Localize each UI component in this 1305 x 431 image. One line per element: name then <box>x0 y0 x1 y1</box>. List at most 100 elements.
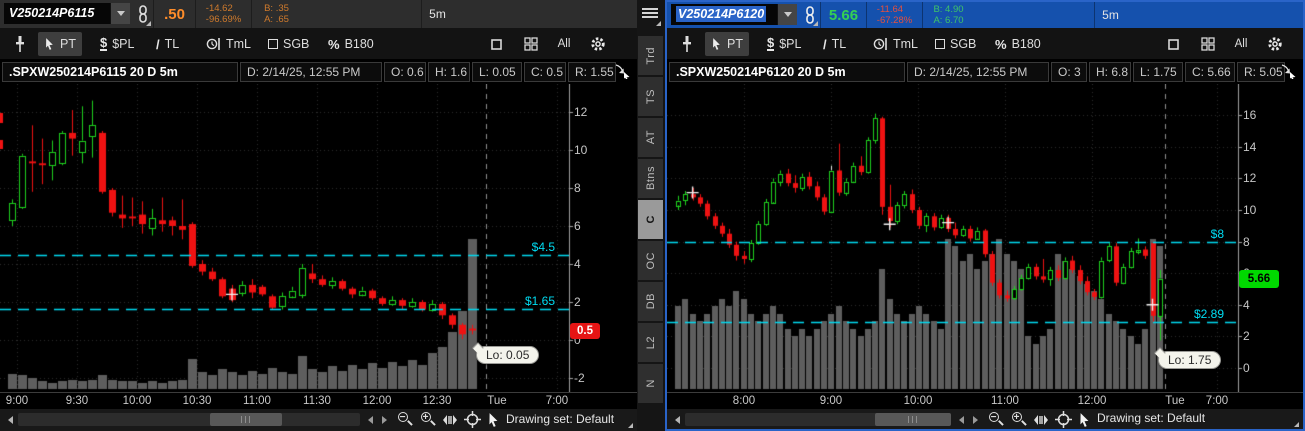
crosshair-target-icon[interactable] <box>462 410 482 429</box>
chart-menu-icon[interactable] <box>641 6 661 26</box>
price-level-label[interactable]: $1.65 <box>525 294 555 308</box>
tool-b180-button[interactable]: % B180 <box>322 32 380 56</box>
tool-tml-button[interactable]: TmL <box>867 32 924 56</box>
tool-tl-button[interactable]: / TL <box>817 32 852 56</box>
zoom-in-icon[interactable]: + <box>1008 410 1028 429</box>
crosshair-target-icon[interactable] <box>1053 410 1073 429</box>
show-all-button[interactable]: All <box>548 32 580 56</box>
link-chain-icon[interactable] <box>133 0 153 28</box>
scroll-left-arrow[interactable] <box>0 410 20 429</box>
step-left-arrow[interactable] <box>955 410 967 429</box>
chart-scrollbar[interactable] <box>685 413 951 426</box>
tool-pl-button[interactable]: $ $PL <box>761 32 807 56</box>
scroll-left-arrow[interactable] <box>667 410 687 429</box>
tool-sgb-button[interactable]: SGB <box>929 32 982 56</box>
tool-b180-label: B180 <box>344 37 374 51</box>
symbol-dropdown-button[interactable] <box>110 3 130 24</box>
scrollbar-thumb[interactable] <box>210 413 282 426</box>
maximize-cell-icon[interactable] <box>1159 32 1187 56</box>
sidebar-tab-label: C <box>644 215 657 224</box>
sidebar-tab-oc[interactable]: OC <box>638 241 663 280</box>
price-level-label[interactable]: $2.89 <box>1194 307 1224 321</box>
maximize-cell-icon[interactable] <box>482 32 510 56</box>
tool-sgb-button[interactable]: SGB <box>262 32 315 56</box>
time-axis-label: Tue <box>487 395 507 407</box>
symbol-value[interactable]: V250214P6120 <box>671 4 777 25</box>
link-chain-icon[interactable] <box>800 2 820 28</box>
drawing-set-selector[interactable]: Drawing set: Default <box>1097 411 1205 425</box>
tool-b180-button[interactable]: % B180 <box>989 32 1047 56</box>
scrollbar-thumb[interactable] <box>875 413 951 426</box>
zoom-out-icon[interactable]: − <box>394 410 414 429</box>
status-high: H: 6.8 <box>1089 62 1131 82</box>
pointer-mode-icon[interactable] <box>483 410 503 429</box>
step-right-arrow[interactable] <box>378 410 390 429</box>
price-chart-left[interactable]: 12 10 8 6 4 2 0 -2 $4.5 $1.65 0.5 Lo: 0.05 <box>0 84 637 392</box>
sidebar-tab-db[interactable]: DB <box>638 282 663 321</box>
sidebar-tab-at[interactable]: AT <box>638 118 663 157</box>
pin-icon[interactable] <box>675 30 699 58</box>
low-price-tooltip: Lo: 0.05 <box>476 346 540 364</box>
time-axis-right[interactable]: 8:00 9:00 10:00 11:00 12:00 Tue 7:00 <box>667 392 1303 409</box>
grid-layout-icon[interactable] <box>516 32 546 56</box>
drawing-set-dropdown-tri[interactable] <box>628 423 633 428</box>
y-axis-tick-label: 4 <box>574 257 581 271</box>
time-axis-label: 9:30 <box>65 395 89 407</box>
sidebar-tab-c[interactable]: C <box>638 200 663 239</box>
toolbar-gear-icon[interactable] <box>1259 32 1291 56</box>
chart-scrollbar[interactable] <box>18 413 360 426</box>
drawing-set-dropdown-tri[interactable] <box>1294 422 1299 427</box>
bid-value: B: .35 <box>264 3 289 14</box>
status-low: L: 1.75 <box>1133 62 1183 82</box>
pointer-mode-icon[interactable] <box>1074 410 1094 429</box>
drawing-set-selector[interactable]: Drawing set: Default <box>506 412 614 426</box>
change-block: -14.62 -96.69% <box>195 0 251 28</box>
auto-scale-icon[interactable] <box>440 410 460 429</box>
symbol-dropdown-button[interactable] <box>777 4 797 25</box>
change-value: -14.62 <box>205 3 233 14</box>
y-axis-tick-label: 16 <box>1243 108 1257 123</box>
price-level-label[interactable]: $8 <box>1211 227 1224 241</box>
sidebar-tab-n[interactable]: N <box>638 364 663 403</box>
zoom-in-icon[interactable]: + <box>417 410 437 429</box>
y-axis-tick-label: 10 <box>1243 203 1257 217</box>
price-level-label[interactable]: $4.5 <box>532 240 555 254</box>
candlestick-canvas-right[interactable] <box>667 84 1303 392</box>
tool-pt-button[interactable]: PT <box>705 32 749 56</box>
step-left-arrow[interactable] <box>364 410 376 429</box>
tool-tl-button[interactable]: / TL <box>150 32 185 56</box>
zoom-out-icon[interactable]: − <box>985 410 1005 429</box>
time-axis-left[interactable]: 9:00 9:30 10:00 10:30 11:00 11:30 12:00 12:30 Tu… <box>0 392 637 409</box>
status-close: C: 5.66 <box>1185 62 1235 82</box>
grid-layout-icon[interactable] <box>1193 32 1223 56</box>
timeframe-label[interactable]: 5m <box>1094 2 1126 28</box>
show-all-button[interactable]: All <box>1225 32 1257 56</box>
detach-chart-icon[interactable] <box>614 63 631 79</box>
timeframe-label[interactable]: 5m <box>421 0 453 28</box>
toolbar-gear-icon[interactable] <box>582 32 614 56</box>
price-chart-right[interactable]: 1614121086420$8$2.895.66Lo: 1.75 <box>667 84 1303 392</box>
status-open: O: 3 <box>1051 62 1087 82</box>
sidebar-tab-l2[interactable]: L2 <box>638 323 663 362</box>
tool-pt-button[interactable]: PT <box>38 32 82 56</box>
change-percent: -96.69% <box>205 14 242 25</box>
time-axis-label: 9:00 <box>5 395 29 407</box>
step-right-arrow[interactable] <box>969 410 981 429</box>
symbol-value[interactable]: V250214P6115 <box>4 3 110 24</box>
tool-tml-button[interactable]: TmL <box>200 32 257 56</box>
sidebar-tab-trd[interactable]: Trd <box>638 36 663 75</box>
bottom-bar-right: − + Drawing set: Default <box>667 409 1303 429</box>
y-axis-tick-label: 0 <box>1243 361 1250 375</box>
time-axis-label: 11:30 <box>303 395 331 407</box>
sidebar-tab-btns[interactable]: Btns <box>638 159 663 198</box>
symbol-input-right[interactable]: V250214P6120 <box>671 4 797 25</box>
candlestick-canvas-left[interactable] <box>0 84 637 392</box>
auto-scale-icon[interactable] <box>1031 410 1051 429</box>
sidebar-tab-ts[interactable]: TS <box>638 77 663 116</box>
time-axis-label: 11:00 <box>243 395 271 407</box>
pin-icon[interactable] <box>8 30 32 58</box>
detach-chart-icon[interactable] <box>1280 63 1297 79</box>
chart-panel-left: V250214P6115 .50 -14.62 -96.69% B: .35 A: … <box>0 0 637 431</box>
symbol-input-left[interactable]: V250214P6115 <box>4 3 130 24</box>
tool-pl-button[interactable]: $ $PL <box>94 32 140 56</box>
